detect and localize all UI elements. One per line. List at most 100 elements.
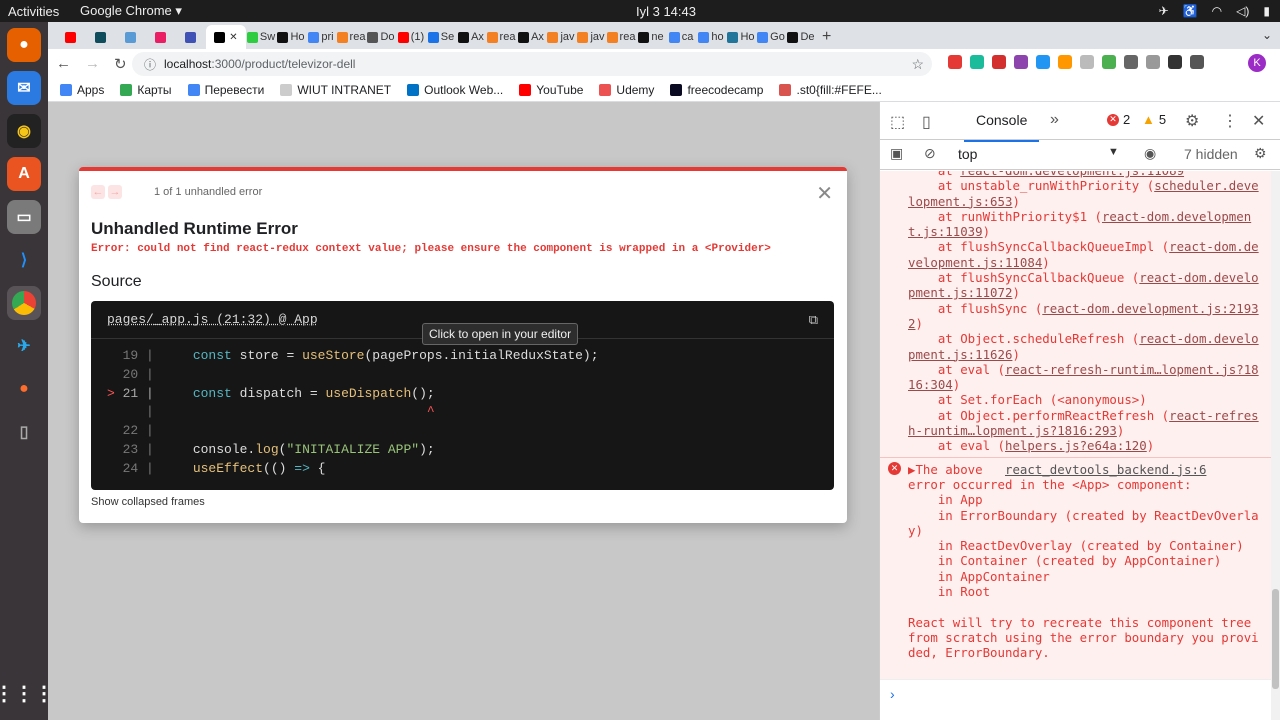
profile-avatar[interactable]: K bbox=[1248, 54, 1266, 72]
browser-tab[interactable]: De bbox=[786, 25, 816, 49]
extension-icon[interactable] bbox=[948, 55, 962, 69]
context-select[interactable]: top bbox=[958, 146, 1128, 162]
browser-tab[interactable]: Ho bbox=[726, 25, 756, 49]
browser-tab[interactable] bbox=[56, 25, 86, 49]
extension-icon[interactable] bbox=[1146, 55, 1160, 69]
bookmark-item[interactable]: Карты bbox=[120, 83, 172, 97]
show-apps-icon[interactable]: ⋮⋮⋮ bbox=[0, 676, 54, 710]
extension-icon[interactable] bbox=[1058, 55, 1072, 69]
bookmark-item[interactable]: Перевести bbox=[187, 83, 264, 97]
reload-icon[interactable]: ↻ bbox=[114, 55, 127, 73]
error-source-link[interactable]: react_devtools_backend.js:6 bbox=[1005, 462, 1206, 477]
browser-tab[interactable] bbox=[146, 25, 176, 49]
address-bar[interactable]: ⓘ localhost:3000/product/televizor-dell … bbox=[132, 52, 932, 76]
extension-icon[interactable] bbox=[1036, 55, 1050, 69]
bookmark-star-icon[interactable]: ☆ bbox=[911, 56, 924, 73]
more-tabs-icon[interactable]: » bbox=[1050, 111, 1059, 129]
bookmark-item[interactable]: YouTube bbox=[519, 83, 583, 97]
info-icon[interactable]: ⓘ bbox=[144, 56, 156, 73]
browser-tab[interactable] bbox=[116, 25, 146, 49]
error-badge[interactable]: ✕ 2 bbox=[1107, 112, 1130, 127]
accessibility-icon[interactable]: ♿ bbox=[1183, 4, 1198, 18]
tab-console[interactable]: Console bbox=[963, 112, 1040, 142]
close-tab-icon[interactable]: ✕ bbox=[229, 32, 237, 43]
system-tray[interactable]: ✈ ♿ ◠ ◁) ▮ bbox=[1159, 4, 1270, 18]
kebab-menu-icon[interactable]: ⋮ bbox=[1222, 111, 1238, 131]
postman-icon[interactable]: ● bbox=[7, 372, 41, 406]
thunderbird-icon[interactable]: ✉ bbox=[7, 71, 41, 105]
bookmark-item[interactable]: Apps bbox=[60, 83, 104, 97]
browser-tab[interactable]: rea bbox=[606, 25, 636, 49]
next-error-icon[interactable]: → bbox=[108, 185, 122, 199]
files-icon[interactable]: ▭ bbox=[7, 200, 41, 234]
hidden-count[interactable]: 7 hidden bbox=[1184, 146, 1238, 162]
extension-icon[interactable] bbox=[1168, 55, 1182, 69]
browser-tab[interactable]: ho bbox=[696, 25, 726, 49]
browser-tab[interactable] bbox=[176, 25, 206, 49]
source-file-link[interactable]: pages/_app.js (21:32) @ App bbox=[107, 312, 318, 327]
browser-tab[interactable]: rea bbox=[336, 25, 366, 49]
scrollbar-thumb[interactable] bbox=[1272, 589, 1279, 689]
app-menu[interactable]: Google Chrome ▾ bbox=[80, 3, 182, 19]
browser-tab[interactable]: Se bbox=[426, 25, 456, 49]
close-icon[interactable]: ✕ bbox=[816, 181, 833, 206]
extension-icon[interactable] bbox=[1014, 55, 1028, 69]
battery-icon[interactable]: ▮ bbox=[1263, 4, 1270, 18]
browser-tab[interactable]: jav bbox=[546, 25, 576, 49]
vscode-icon[interactable]: ⟩ bbox=[7, 243, 41, 277]
new-tab-button[interactable]: + bbox=[822, 28, 831, 46]
browser-tab[interactable]: Ax bbox=[456, 25, 486, 49]
browser-tab[interactable]: Sw bbox=[246, 25, 276, 49]
chrome-icon[interactable] bbox=[7, 286, 41, 320]
software-icon[interactable]: A bbox=[7, 157, 41, 191]
stack-frame-link[interactable]: react-dom.development.js:11089 bbox=[960, 171, 1184, 178]
bookmark-item[interactable]: freecodecamp bbox=[670, 83, 763, 97]
activities-button[interactable]: Activities bbox=[8, 4, 59, 19]
inspect-icon[interactable]: ⬚ bbox=[890, 112, 905, 132]
browser-tab[interactable]: Ho bbox=[276, 25, 306, 49]
device-toolbar-icon[interactable]: ▯ bbox=[922, 112, 931, 132]
settings-gear-icon[interactable]: ⚙ bbox=[1185, 111, 1199, 131]
browser-tab[interactable]: ne bbox=[636, 25, 666, 49]
rhythmbox-icon[interactable]: ◉ bbox=[7, 114, 41, 148]
warning-badge[interactable]: ▲ 5 bbox=[1142, 112, 1166, 127]
bookmark-item[interactable]: Outlook Web... bbox=[407, 83, 503, 97]
extension-icon[interactable] bbox=[970, 55, 984, 69]
close-devtools-icon[interactable]: ✕ bbox=[1252, 111, 1265, 131]
open-in-editor-icon[interactable]: ⧉ bbox=[809, 312, 818, 328]
tab-search-icon[interactable]: ⌄ bbox=[1262, 28, 1272, 42]
browser-tab[interactable] bbox=[86, 25, 116, 49]
back-icon[interactable]: ← bbox=[56, 55, 71, 72]
clear-console-icon[interactable]: ⊘ bbox=[924, 145, 936, 162]
prev-error-icon[interactable]: ← bbox=[91, 185, 105, 199]
browser-tab[interactable]: pri bbox=[306, 25, 336, 49]
bookmark-item[interactable]: Udemy bbox=[599, 83, 654, 97]
live-expression-eye-icon[interactable]: ◉ bbox=[1144, 145, 1156, 162]
firefox-icon[interactable]: ● bbox=[7, 28, 41, 62]
volume-icon[interactable]: ◁) bbox=[1236, 4, 1249, 18]
stack-frame-link[interactable]: helpers.js?e64a:120 bbox=[1005, 438, 1147, 453]
puzzle-icon[interactable] bbox=[1190, 55, 1204, 69]
chevron-down-icon[interactable]: ▼ bbox=[1108, 146, 1119, 158]
browser-tab[interactable]: ca bbox=[666, 25, 696, 49]
telegram-icon[interactable]: ✈ bbox=[7, 329, 41, 363]
browser-tab[interactable]: jav bbox=[576, 25, 606, 49]
extension-icon[interactable] bbox=[1124, 55, 1138, 69]
device-icon[interactable]: ▯ bbox=[7, 415, 41, 449]
browser-tab[interactable]: Do bbox=[366, 25, 396, 49]
extension-icon[interactable] bbox=[992, 55, 1006, 69]
telegram-tray-icon[interactable]: ✈ bbox=[1159, 4, 1169, 18]
wifi-icon[interactable]: ◠ bbox=[1212, 4, 1222, 18]
console-scrollbar[interactable] bbox=[1271, 171, 1280, 720]
clock[interactable]: Iyl 3 14:43 bbox=[636, 4, 696, 19]
show-collapsed-frames-button[interactable]: Show collapsed frames bbox=[91, 496, 205, 508]
forward-icon[interactable]: → bbox=[85, 55, 100, 72]
browser-tab[interactable]: rea bbox=[486, 25, 516, 49]
bookmark-item[interactable]: WIUT INTRANET bbox=[280, 83, 391, 97]
error-expand-toggle[interactable]: ▶The above bbox=[908, 462, 983, 477]
browser-tab[interactable]: Ax bbox=[516, 25, 546, 49]
sidebar-toggle-icon[interactable]: ▣ bbox=[890, 145, 903, 162]
browser-tab[interactable]: Go bbox=[756, 25, 786, 49]
browser-tab[interactable]: ✕ bbox=[206, 25, 246, 49]
console-prompt[interactable]: › bbox=[880, 679, 1272, 720]
